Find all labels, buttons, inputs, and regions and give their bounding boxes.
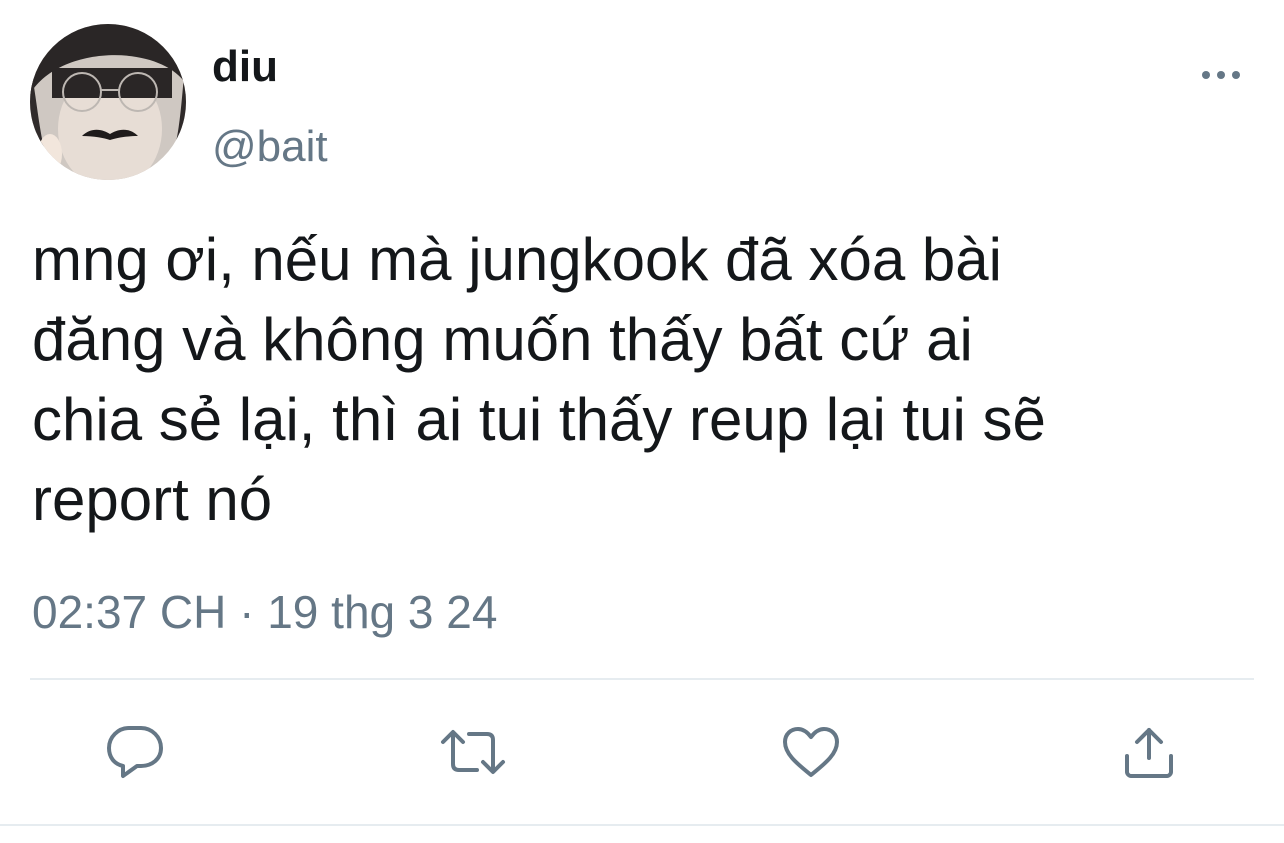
heart-icon bbox=[783, 727, 839, 777]
like-button[interactable] bbox=[771, 712, 851, 792]
more-icon bbox=[1202, 71, 1240, 79]
avatar[interactable] bbox=[30, 24, 186, 180]
reply-icon bbox=[107, 726, 163, 778]
tweet-card: diu @bait mng ơi, nếu mà jungkook đã xóa… bbox=[0, 0, 1284, 843]
tweet-timestamp[interactable]: 02:37 CH · 19 thg 3 24 bbox=[32, 584, 497, 640]
retweet-button[interactable] bbox=[433, 712, 513, 792]
share-button[interactable] bbox=[1109, 712, 1189, 792]
tweet-text: mng ơi, nếu mà jungkook đã xóa bài đăng … bbox=[32, 226, 1046, 533]
share-icon bbox=[1125, 728, 1173, 778]
reply-button[interactable] bbox=[95, 712, 175, 792]
divider bbox=[30, 678, 1254, 680]
more-options-button[interactable] bbox=[1196, 58, 1246, 92]
avatar-photo-icon bbox=[30, 24, 186, 180]
divider bbox=[0, 824, 1284, 826]
user-handle[interactable]: @bait bbox=[212, 120, 328, 174]
action-bar bbox=[0, 712, 1284, 792]
retweet-icon bbox=[441, 730, 505, 774]
display-name[interactable]: diu bbox=[212, 40, 278, 94]
